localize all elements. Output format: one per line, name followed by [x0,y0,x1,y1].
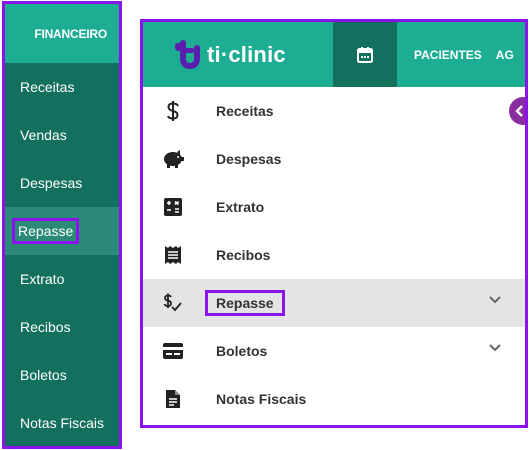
brand-name: ti·clinic [207,41,286,67]
menu-item-despesas[interactable]: Despesas [143,135,525,183]
menu-item-label: Recibos [216,247,271,263]
left-item-boletos[interactable]: Boletos [5,351,119,399]
menu-item-recibos[interactable]: Recibos [143,231,525,279]
menu-item-label: Notas Fiscais [216,391,307,407]
left-item-repasse[interactable]: Repasse [5,207,119,255]
left-item-receitas[interactable]: Receitas [5,63,119,111]
menu-item-notas-fiscais[interactable]: Notas Fiscais [143,375,525,423]
menu-item-extrato[interactable]: Extrato [143,183,525,231]
highlight-box: Repasse [205,290,285,316]
left-item-vendas[interactable]: Vendas [5,111,119,159]
app-window: ti·clinic PACIENTES AG Receitas Despesas… [140,19,528,428]
card-icon [143,342,203,360]
highlight-box: Repasse [12,218,80,244]
menu-item-label: Repasse [205,290,285,316]
financeiro-header: FINANCEIRO [5,4,119,63]
menu-item-label: Extrato [216,199,265,215]
receipt-icon [143,245,203,265]
chevron-down-icon[interactable] [489,344,501,352]
dollar-check-icon [143,293,203,313]
brand-logo[interactable]: ti·clinic [143,22,333,87]
menu-item-label: Boletos [216,343,268,359]
menu-item-label: Receitas [216,103,274,119]
menu-item-repasse[interactable]: Repasse [143,279,525,327]
calendar-button[interactable] [333,22,397,87]
nav-agenda[interactable]: AG [482,22,514,87]
document-icon [143,389,203,409]
side-menu: Receitas Despesas Extrato Recibos Repass… [143,87,525,423]
left-item-notas-fiscais[interactable]: Notas Fiscais [5,399,119,446]
left-item-recibos[interactable]: Recibos [5,303,119,351]
calendar-icon [357,46,373,63]
top-bar: ti·clinic PACIENTES AG [143,22,525,87]
dollar-icon [143,100,203,122]
ticlinic-logo-icon [175,39,200,69]
chevron-down-icon[interactable] [489,296,501,304]
calculator-icon [143,197,203,217]
menu-item-boletos[interactable]: Boletos [143,327,525,375]
menu-item-receitas[interactable]: Receitas [143,87,525,135]
financeiro-menu-panel: FINANCEIRO Receitas Vendas Despesas Repa… [2,1,122,449]
nav-pacientes[interactable]: PACIENTES [397,22,482,87]
left-item-extrato[interactable]: Extrato [5,255,119,303]
left-item-despesas[interactable]: Despesas [5,159,119,207]
menu-item-label: Despesas [216,151,282,167]
piggy-bank-icon [143,149,203,169]
